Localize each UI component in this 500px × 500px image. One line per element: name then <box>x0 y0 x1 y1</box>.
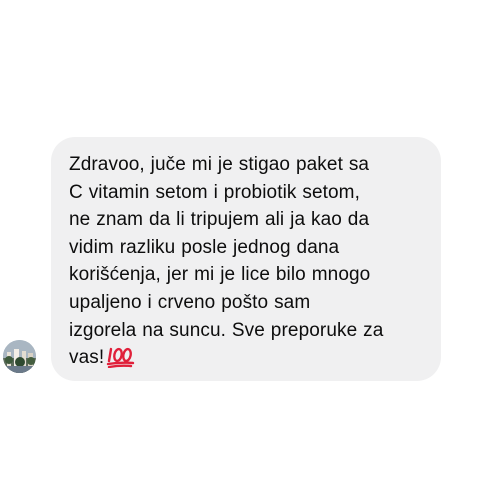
message-line-4: vidim razliku posle jednog dana <box>69 236 340 258</box>
message-line-5: korišćenja, jer mi je lice bilo mnogo <box>69 264 371 286</box>
chat-screen: Zdravoo, juče mi je stigao paket sa C vi… <box>0 0 500 500</box>
message-line-3: ne znam da li tripujem ali ja kao da <box>69 209 370 231</box>
message-bubble[interactable]: Zdravoo, juče mi je stigao paket sa C vi… <box>51 137 441 381</box>
sender-avatar[interactable] <box>3 340 36 373</box>
message-line-8: vas! <box>69 344 423 372</box>
message-line-6: upaljeno i crveno pošto sam <box>69 291 311 313</box>
message-line-2: C vitamin setom i probiotik setom, <box>69 181 360 203</box>
avatar-photo-icon <box>3 340 36 373</box>
hundred-points-emoji-icon <box>106 346 136 369</box>
message-line-8-text: vas! <box>69 347 105 369</box>
message-line-7: izgorela na suncu. Sve preporuke za <box>69 319 384 341</box>
message-text: Zdravoo, juče mi je stigao paket sa C vi… <box>69 151 423 372</box>
message-line-1: Zdravoo, juče mi je stigao paket sa <box>69 154 370 175</box>
